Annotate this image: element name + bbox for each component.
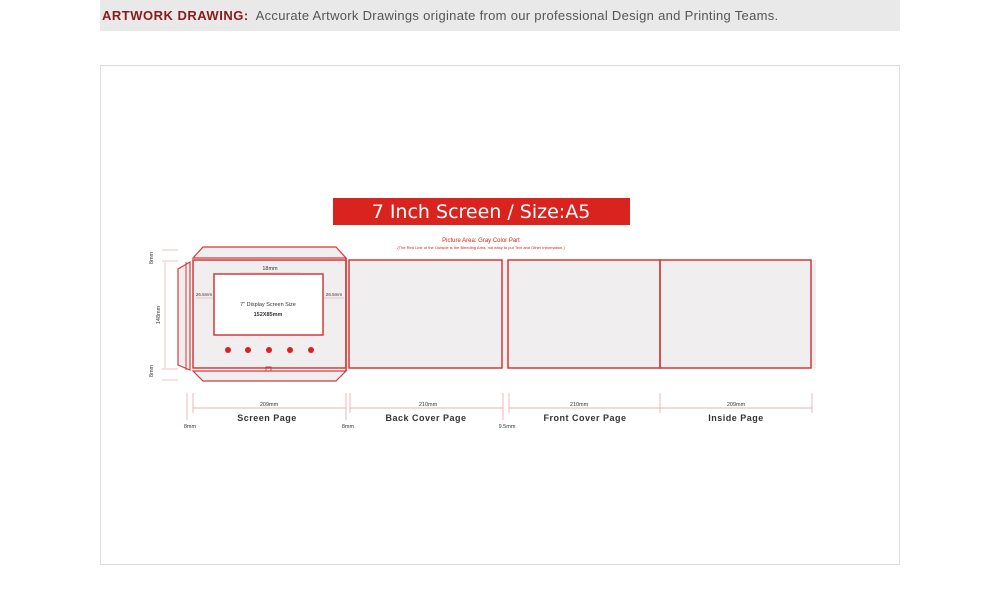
left-flap-label: 8mm <box>184 424 197 430</box>
left-margin-label: 26.5mm <box>196 292 213 297</box>
button-icon <box>245 347 251 353</box>
button-icon <box>225 347 231 353</box>
screen-label: 7" Display Screen Size <box>240 302 296 308</box>
inside-width-label: 209mm <box>727 402 746 408</box>
button-icon <box>308 347 314 353</box>
back-cover-label: Back Cover Page <box>385 413 466 423</box>
right-margin-label: 26.5mm <box>326 292 343 297</box>
height-label: 148mm <box>156 305 162 324</box>
top-margin-label: 18mm <box>262 266 278 272</box>
front-cover-label: Front Cover Page <box>543 413 626 423</box>
screen-size: 152X85mm <box>254 312 283 318</box>
drawing-title: 7 Inch Screen / Size:A5 <box>372 201 591 223</box>
bottom-flap <box>191 370 348 382</box>
button-icon <box>287 347 293 353</box>
bottom-flap-label: 8mm <box>149 364 155 377</box>
artwork-drawing: 7 Inch Screen / Size:A5 Picture Area: Gr… <box>149 198 816 430</box>
screen-width-label: 209mm <box>260 402 279 408</box>
screen-page-label: Screen Page <box>237 413 297 423</box>
spine-label: 9.5mm <box>499 424 516 430</box>
top-flap-label: 8mm <box>149 251 155 264</box>
top-flap <box>191 246 348 259</box>
picture-area-note: Picture Area: Gray Color Part <box>442 238 520 244</box>
inside-page-label: Inside Page <box>708 413 764 423</box>
button-icon <box>266 347 272 353</box>
middle-flap-label: 8mm <box>342 424 355 430</box>
left-flap <box>177 260 191 371</box>
bleeding-note: (The Red Line of the Outside is the Blee… <box>397 245 565 250</box>
back-width-label: 210mm <box>419 402 438 408</box>
front-width-label: 210mm <box>570 402 589 408</box>
